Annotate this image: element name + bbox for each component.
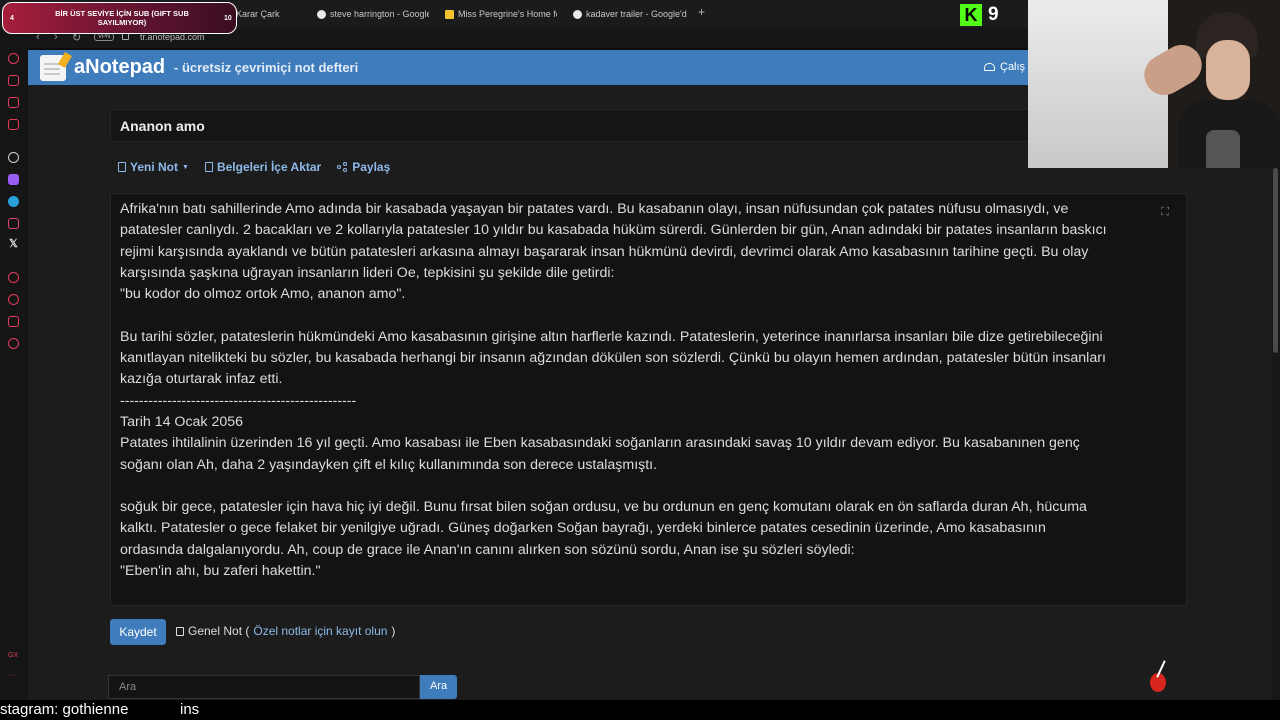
extensions-icon[interactable]	[8, 316, 19, 327]
search-input[interactable]: Ara	[108, 675, 420, 699]
site-header: aNotepad - ücretsiz çevrimiçi not defter…	[28, 50, 1028, 85]
share-icon	[337, 162, 348, 172]
kick-viewer-count: K 9	[960, 4, 999, 26]
alert-level: 4	[10, 15, 14, 22]
site-tagline: - ücretsiz çevrimiçi not defteri	[174, 60, 359, 75]
twitch-icon[interactable]	[8, 174, 19, 185]
share-button[interactable]: Paylaş	[337, 160, 390, 174]
search-button[interactable]: Ara	[420, 675, 457, 699]
caret-down-icon: ▼	[182, 163, 189, 171]
webcam-overlay	[1028, 0, 1280, 168]
file-plus-icon	[118, 162, 126, 172]
browser-tab[interactable]: steve harrington - Google	[317, 6, 429, 22]
settings-icon[interactable]	[8, 338, 19, 349]
kick-logo-icon: K	[960, 4, 982, 26]
note-title[interactable]: Ananon amo	[120, 118, 205, 134]
site-brand[interactable]: aNotepad	[74, 56, 165, 79]
opera-icon[interactable]	[8, 119, 19, 130]
lock-icon[interactable]	[122, 33, 129, 40]
stream-alert: 4 BİR ÜST SEVİYE İÇİN SUB (GIFT SUB SAYI…	[2, 2, 237, 34]
public-note-label: Genel Not (	[188, 624, 250, 638]
speed-dial-icon[interactable]	[8, 53, 19, 64]
new-tab-button[interactable]: +	[698, 5, 705, 19]
tab-label: Miss Peregrine's Home fo	[458, 9, 557, 19]
workspace-link[interactable]: Çalış	[984, 61, 1025, 73]
public-note-toggle[interactable]: Genel Not (Özel notlar için kayıt olun)	[176, 624, 395, 638]
tab-label: steve harrington - Google	[330, 9, 429, 19]
note-editor[interactable]: ⛶ Afrika'nın batı sahillerinde Amo adınd…	[110, 193, 1187, 606]
main-content: Ananon amo Yeni Not ▼ Belgeleri İçe Akta…	[28, 85, 1272, 700]
browser-tab[interactable]: kadaver trailer - Google'd	[573, 6, 689, 22]
instagram-icon[interactable]	[8, 218, 19, 229]
vpn-badge[interactable]: VPN	[94, 33, 115, 41]
alert-text: BİR ÜST SEVİYE İÇİN SUB (GIFT SUB SAYILM…	[55, 9, 189, 27]
file-import-icon	[204, 162, 213, 172]
more-icon[interactable]: ···	[8, 672, 15, 679]
workspace-label: Çalış	[1000, 61, 1026, 73]
ticker-text: stagram: gothienne	[0, 701, 129, 718]
note-title-field[interactable]: Ananon amo	[110, 109, 1187, 142]
register-link[interactable]: Özel notlar için kayıt olun	[253, 624, 387, 638]
close-paren: )	[391, 624, 396, 638]
ticker-text: ins	[180, 701, 200, 718]
microphone-icon	[1206, 130, 1240, 168]
viewer-count: 9	[988, 4, 999, 25]
mascot-icon	[1148, 660, 1168, 694]
bag-icon[interactable]	[8, 75, 19, 86]
google-icon	[317, 9, 326, 19]
import-documents-button[interactable]: Belgeleri İçe Aktar	[204, 160, 322, 174]
x-icon[interactable]: 𝕏	[9, 237, 18, 250]
clock-icon[interactable]	[8, 294, 19, 305]
browser-sidebar: 𝕏 GX ···	[0, 28, 28, 700]
notepad-logo-icon[interactable]	[40, 51, 72, 81]
save-button[interactable]: Kaydet	[110, 619, 166, 645]
import-label: Belgeleri İçe Aktar	[216, 160, 322, 174]
new-note-button[interactable]: Yeni Not ▼	[118, 160, 189, 174]
bookmark-icon	[445, 9, 454, 19]
messenger-icon[interactable]	[8, 97, 19, 108]
telegram-icon[interactable]	[8, 196, 19, 207]
stream-ticker: stagram: gothienne ins	[0, 700, 1280, 720]
tab-label: kadaver trailer - Google'd	[586, 9, 687, 19]
new-note-label: Yeni Not	[130, 160, 179, 174]
note-toolbar: Yeni Not ▼ Belgeleri İçe Aktar Paylaş	[118, 160, 390, 174]
browser-tab[interactable]: Miss Peregrine's Home fo	[445, 6, 557, 22]
note-body[interactable]: Afrika'nın batı sahillerinde Amo adında …	[120, 199, 1180, 582]
chatgpt-icon[interactable]	[8, 152, 19, 163]
unlock-icon	[176, 626, 184, 636]
users-icon	[984, 63, 995, 71]
google-icon	[573, 9, 582, 19]
share-label: Paylaş	[352, 160, 391, 174]
scrollbar-thumb[interactable]	[1273, 168, 1278, 353]
alert-target: 10	[224, 15, 232, 22]
gx-icon[interactable]: GX	[8, 652, 18, 659]
history-icon[interactable]	[8, 272, 19, 283]
